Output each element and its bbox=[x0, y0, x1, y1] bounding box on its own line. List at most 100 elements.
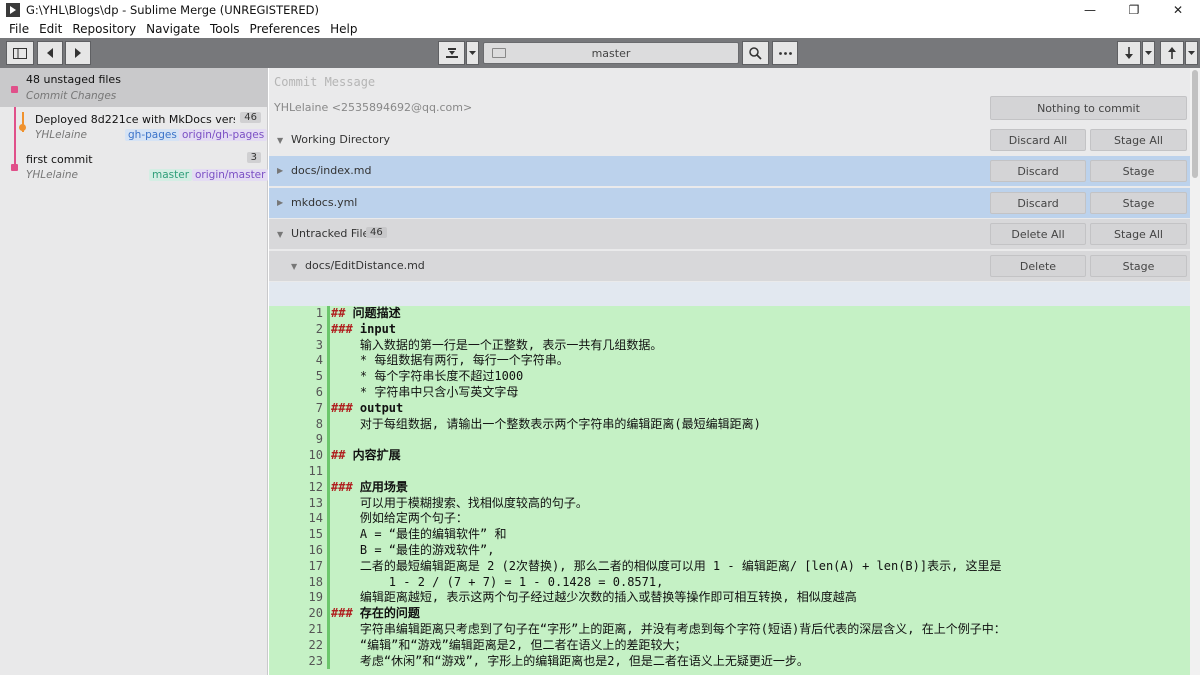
added-line-marker bbox=[327, 653, 330, 670]
sidebar-toggle-button[interactable] bbox=[6, 41, 34, 65]
line-number: 8 bbox=[315, 416, 323, 431]
line-number: 20 bbox=[308, 606, 323, 621]
markdown-heading-marker: ## bbox=[331, 306, 346, 320]
push-button[interactable] bbox=[1160, 41, 1184, 65]
menu-repository[interactable]: Repository bbox=[67, 22, 141, 36]
dropdown-icon bbox=[469, 50, 476, 55]
added-line-marker bbox=[327, 479, 330, 496]
commit-author: YHLelaine bbox=[35, 129, 88, 141]
file-row-mkdocs-yml[interactable]: ▶ mkdocs.yml Discard Stage bbox=[269, 188, 1190, 218]
untracked-files-header[interactable]: ▼ Untracked Files 46 Delete All Stage Al… bbox=[269, 219, 1190, 249]
added-line-marker bbox=[327, 353, 330, 370]
menu-tools[interactable]: Tools bbox=[205, 22, 245, 36]
line-text: ## 内容扩展 bbox=[331, 448, 401, 464]
added-line-marker bbox=[327, 448, 330, 464]
added-line-marker bbox=[327, 432, 330, 449]
delete-all-button[interactable]: Delete All bbox=[990, 223, 1086, 245]
more-button[interactable] bbox=[772, 41, 798, 65]
discard-all-button[interactable]: Discard All bbox=[990, 129, 1086, 151]
stage-button[interactable]: Stage bbox=[1090, 192, 1187, 214]
tag-origin-gh-pages[interactable]: origin/gh-pages bbox=[179, 129, 268, 141]
forward-button[interactable] bbox=[65, 41, 91, 65]
menu-bar: File Edit Repository Navigate Tools Pref… bbox=[0, 20, 1200, 38]
discard-button[interactable]: Discard bbox=[990, 160, 1086, 182]
line-text: 可以用于模糊搜索、找相似度较高的句子。 bbox=[331, 496, 588, 512]
back-button[interactable] bbox=[37, 41, 63, 65]
tag-gh-pages[interactable]: gh-pages bbox=[125, 129, 180, 141]
scrollbar-thumb[interactable] bbox=[1192, 70, 1198, 178]
line-text: 例如给定两个句子： bbox=[331, 511, 468, 527]
menu-navigate[interactable]: Navigate bbox=[141, 22, 205, 36]
stash-button[interactable] bbox=[438, 41, 465, 65]
tag-origin-master[interactable]: origin/master bbox=[192, 169, 269, 181]
markdown-heading-text: 存在的问题 bbox=[352, 606, 420, 621]
branch-selector[interactable]: master bbox=[483, 42, 739, 64]
commit-list: 48 unstaged files Commit Changes Deploye… bbox=[0, 68, 269, 675]
line-number: 16 bbox=[308, 543, 323, 557]
commit-message-input[interactable]: Commit Message bbox=[274, 75, 375, 89]
markdown-heading-marker: ### bbox=[331, 606, 353, 621]
working-directory-header[interactable]: ▼ Working Directory Discard All Stage Al… bbox=[269, 125, 1190, 155]
code-line: 11 bbox=[269, 464, 1190, 480]
push-dropdown-button[interactable] bbox=[1185, 41, 1198, 65]
commit-title: Deployed 8d221ce with MkDocs version: 1.… bbox=[35, 113, 235, 126]
search-button[interactable] bbox=[742, 41, 769, 65]
file-row-docs-index[interactable]: ▶ docs/index.md Discard Stage bbox=[269, 156, 1190, 186]
stash-dropdown-button[interactable] bbox=[466, 41, 479, 65]
tag-master[interactable]: master bbox=[149, 169, 193, 181]
dropdown-icon bbox=[1188, 50, 1195, 55]
line-number: 4 bbox=[315, 353, 323, 368]
vertical-scrollbar[interactable] bbox=[1190, 68, 1200, 675]
graph-node bbox=[11, 86, 18, 93]
commit-row-deployed[interactable]: Deployed 8d221ce with MkDocs version: 1.… bbox=[0, 108, 268, 147]
code-line: 7 ### output bbox=[269, 400, 1190, 417]
discard-button[interactable]: Discard bbox=[990, 192, 1086, 214]
stage-all-untracked-button[interactable]: Stage All bbox=[1090, 223, 1187, 245]
line-text: 输入数据的第一行是一个正整数, 表示一共有几组数据。 bbox=[331, 338, 662, 354]
stage-button[interactable]: Stage bbox=[1090, 255, 1187, 277]
maximize-button[interactable]: ❐ bbox=[1112, 0, 1156, 20]
code-line: 15 A = “最佳的编辑软件” 和 bbox=[269, 527, 1190, 543]
added-line-marker bbox=[327, 369, 330, 385]
stage-all-button[interactable]: Stage All bbox=[1090, 129, 1187, 151]
added-line-marker bbox=[327, 495, 330, 512]
file-name: mkdocs.yml bbox=[291, 196, 358, 209]
added-line-marker bbox=[327, 590, 330, 607]
menu-preferences[interactable]: Preferences bbox=[245, 22, 326, 36]
minimize-button[interactable]: — bbox=[1068, 0, 1112, 20]
forward-icon bbox=[75, 48, 81, 58]
added-line-marker bbox=[327, 606, 330, 622]
code-line: 19 编辑距离越短, 表示这两个句子经过越少次数的插入或替换等操作即可相互转换,… bbox=[269, 590, 1190, 607]
line-number: 22 bbox=[308, 637, 323, 652]
markdown-text: A = “最佳的编辑软件” 和 bbox=[331, 527, 507, 542]
menu-edit[interactable]: Edit bbox=[34, 22, 67, 36]
nothing-to-commit-button[interactable]: Nothing to commit bbox=[990, 96, 1187, 120]
line-text: 字符串编辑距离只考虑到了句子在“字形”上的距离, 并没有考虑到每个字符(短语)背… bbox=[331, 622, 1006, 638]
code-line: 13 可以用于模糊搜索、找相似度较高的句子。 bbox=[269, 495, 1190, 512]
line-text: ## 问题描述 bbox=[331, 306, 401, 322]
pull-button[interactable] bbox=[1117, 41, 1141, 65]
code-line: 12 ### 应用场景 bbox=[269, 479, 1190, 496]
menu-help[interactable]: Help bbox=[325, 22, 362, 36]
close-button[interactable]: ✕ bbox=[1156, 0, 1200, 20]
diff-code-view: 1 ## 问题描述 2 ### input 3 输入数据的第一行是一个正整数, 表示一共… bbox=[269, 306, 1190, 675]
menu-file[interactable]: File bbox=[4, 22, 34, 36]
commit-row-unstaged[interactable]: 48 unstaged files Commit Changes bbox=[0, 68, 268, 107]
title-bar: G:\YHL\Blogs\dp - Sublime Merge (UNREGIS… bbox=[0, 0, 1200, 20]
markdown-heading-marker: ## bbox=[331, 448, 346, 463]
file-row-edit-distance[interactable]: ▼ docs/EditDistance.md Delete Stage bbox=[269, 251, 1190, 281]
commit-row-first[interactable]: first commit 3 YHLelaine master origin/m… bbox=[0, 148, 269, 187]
file-name: docs/index.md bbox=[291, 164, 372, 177]
commit-author: YHLelaine bbox=[26, 169, 79, 181]
main-panel: Commit Message YHLelaine <2535894692@qq.… bbox=[269, 68, 1200, 675]
line-text: 1 - 2 / (7 + 7) = 1 - 0.1428 = 0.8571, bbox=[331, 575, 664, 591]
delete-button[interactable]: Delete bbox=[990, 255, 1086, 277]
stage-button[interactable]: Stage bbox=[1090, 160, 1187, 182]
markdown-text: * 每个字符串长度不超过1000 bbox=[331, 369, 524, 384]
pull-dropdown-button[interactable] bbox=[1142, 41, 1155, 65]
markdown-text: 对于每组数据, 请输出一个整数表示两个字符串的编辑距离(最短编辑距离) bbox=[331, 416, 761, 431]
code-line: 5 * 每个字符串长度不超过1000 bbox=[269, 369, 1190, 385]
expand-icon: ▶ bbox=[277, 166, 284, 175]
code-line: 4 * 每组数据有两行, 每行一个字符串。 bbox=[269, 353, 1190, 370]
line-number: 7 bbox=[315, 400, 323, 415]
